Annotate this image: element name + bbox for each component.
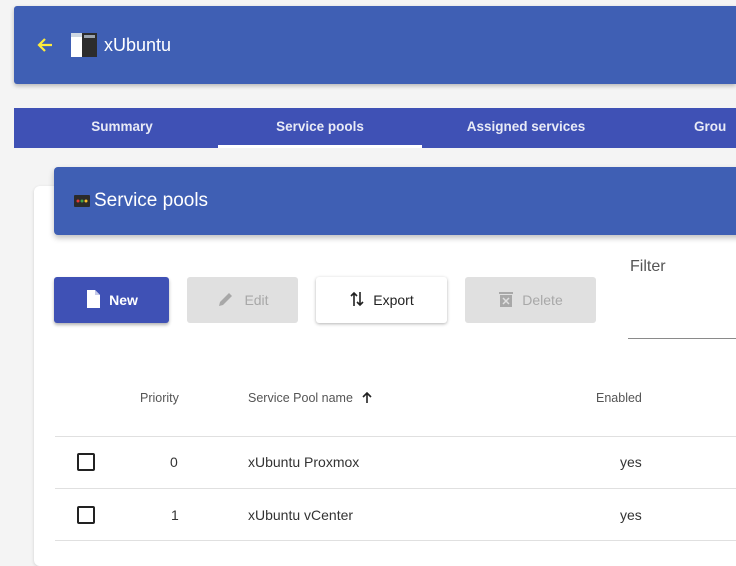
export-button-label: Export [373,292,414,308]
pencil-icon [216,289,236,312]
filter-label: Filter [630,258,666,275]
row-checkbox[interactable] [77,506,95,524]
trash-icon [498,290,514,311]
edit-button[interactable]: Edit [187,277,298,323]
divider [55,540,736,541]
new-button[interactable]: New [54,277,169,323]
cell-pool-name[interactable]: xUbuntu vCenter [248,507,353,523]
new-file-icon [85,289,101,312]
tab-service-pools[interactable]: Service pools [218,108,422,148]
edit-button-label: Edit [244,292,269,308]
cell-enabled: yes [620,507,642,523]
card-title: Service pools [94,190,209,211]
tab-groups[interactable]: Grou [694,108,736,148]
tab-assigned-services[interactable]: Assigned services [444,108,608,148]
filter-input[interactable] [628,300,736,339]
export-sort-icon [349,290,365,311]
column-header-name-label: Service Pool name [248,391,353,405]
delete-button-label: Delete [522,292,563,308]
card-header: Service pools [54,167,736,235]
new-button-label: New [109,292,138,308]
tab-summary[interactable]: Summary [72,108,172,148]
app-header: xUbuntu [14,6,736,84]
column-header-enabled[interactable]: Enabled [596,391,642,405]
cell-priority: 0 [170,454,178,470]
cell-priority: 1 [171,507,179,523]
column-header-priority[interactable]: Priority [140,391,179,405]
column-header-name[interactable]: Service Pool name [248,391,372,407]
page-title: xUbuntu [104,34,172,55]
arrow-left-icon[interactable] [36,36,54,54]
tab-bar: Summary Service pools Assigned services … [14,108,736,148]
app-window-icon [70,31,98,59]
export-button[interactable]: Export [316,277,447,323]
cell-pool-name[interactable]: xUbuntu Proxmox [248,454,359,470]
cell-enabled: yes [620,454,642,470]
row-checkbox[interactable] [77,453,95,471]
delete-button[interactable]: Delete [465,277,596,323]
divider [55,436,736,437]
divider [55,488,736,489]
arrow-up-icon [362,391,372,407]
service-pools-icon [74,193,90,209]
